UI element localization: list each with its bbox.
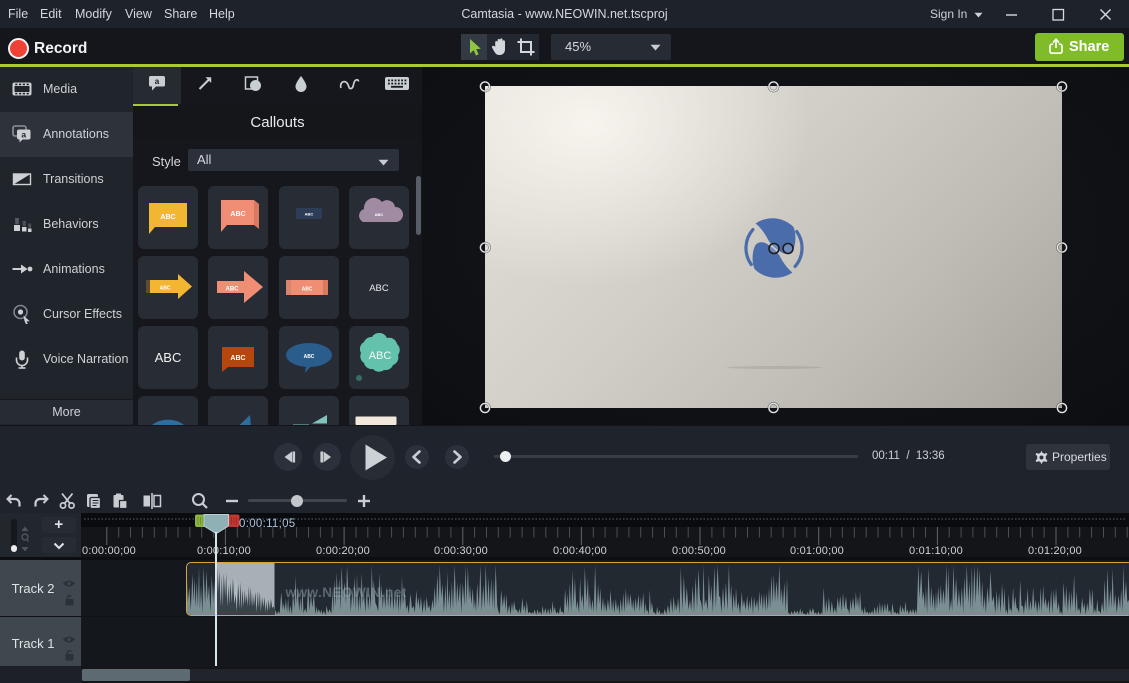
svg-text:ABC: ABC: [230, 211, 245, 218]
svg-text:a: a: [155, 77, 160, 86]
svg-text:ABC: ABC: [369, 350, 392, 362]
svg-text:ABC: ABC: [303, 354, 314, 360]
svg-text:ABC: ABC: [301, 287, 312, 293]
svg-text:ABC: ABC: [159, 286, 170, 292]
svg-text:ABC: ABC: [226, 287, 240, 293]
svg-text:ABC: ABC: [375, 212, 384, 217]
svg-text:ABC: ABC: [160, 214, 175, 221]
svg-text:a: a: [21, 129, 26, 139]
svg-text:ABC: ABC: [369, 283, 389, 294]
svg-text:ABC: ABC: [230, 355, 245, 362]
svg-text:ABC: ABC: [304, 212, 313, 217]
svg-text:ABC: ABC: [154, 350, 181, 365]
